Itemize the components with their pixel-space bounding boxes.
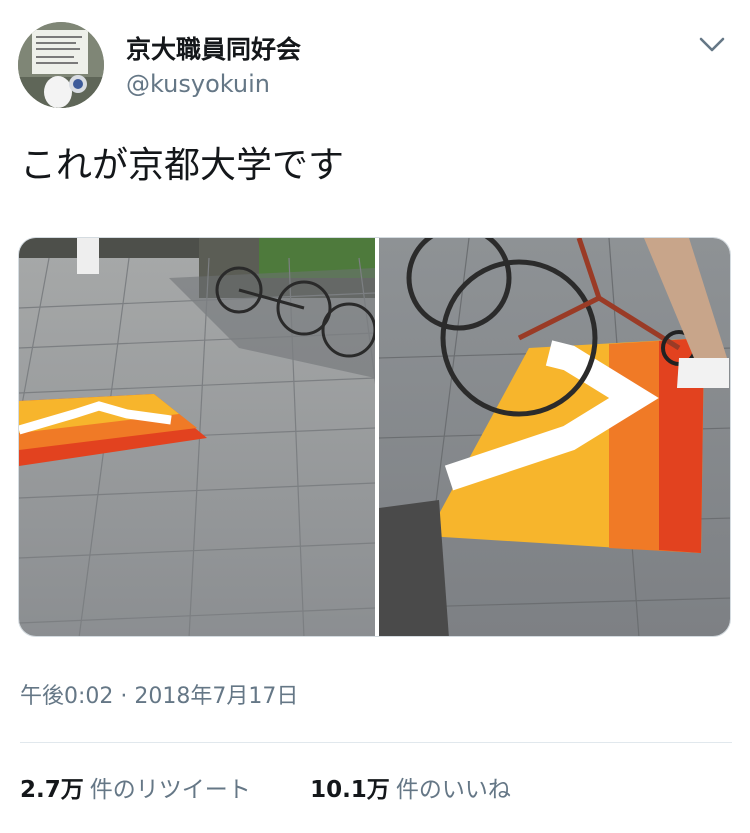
user-handle[interactable]: @kusyokuin bbox=[126, 70, 270, 98]
tweet-stats: 2.7万 件のリツイート 10.1万 件のいいね bbox=[20, 770, 563, 814]
photo-plaza-mat[interactable] bbox=[19, 238, 410, 636]
photo-bicycle-mat[interactable] bbox=[378, 238, 730, 636]
retweets-label: 件のリツイート bbox=[89, 777, 251, 803]
likes-count: 10.1万 bbox=[310, 777, 390, 803]
likes-stat[interactable]: 10.1万 件のいいね bbox=[310, 770, 511, 804]
likes-label: 件のいいね bbox=[395, 777, 511, 803]
divider bbox=[20, 742, 732, 743]
retweets-stat[interactable]: 2.7万 件のリツイート bbox=[20, 770, 251, 804]
avatar[interactable] bbox=[18, 22, 104, 108]
tweet-media[interactable] bbox=[18, 237, 731, 637]
tweet-timestamp[interactable]: 午後0:02 · 2018年7月17日 bbox=[20, 678, 298, 710]
retweets-count: 2.7万 bbox=[20, 777, 84, 803]
chevron-down-icon[interactable] bbox=[694, 30, 730, 60]
tweet-text: これが京都大学です bbox=[20, 145, 345, 186]
display-name[interactable]: 京大職員同好会 bbox=[126, 30, 301, 66]
tweet-header: 京大職員同好会 @kusyokuin bbox=[0, 0, 750, 120]
